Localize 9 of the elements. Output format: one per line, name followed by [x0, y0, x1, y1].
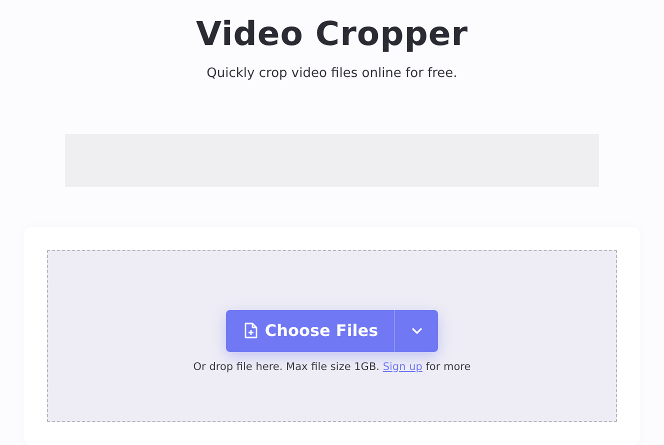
- chevron-down-icon: [410, 326, 423, 334]
- drop-hint: Or drop file here. Max file size 1GB. Sign up for more: [193, 360, 471, 372]
- file-add-icon: [244, 322, 258, 339]
- drop-zone[interactable]: Choose Files Or drop file here. Max file size 1GB. Sign up for more: [47, 250, 617, 422]
- choose-files-button[interactable]: Choose Files: [226, 310, 396, 352]
- page-title: Video Cropper: [196, 14, 468, 53]
- page-subtitle: Quickly crop video files online for free.: [206, 66, 458, 81]
- dropdown-button[interactable]: [395, 310, 438, 352]
- sign-up-link[interactable]: Sign up: [382, 360, 422, 372]
